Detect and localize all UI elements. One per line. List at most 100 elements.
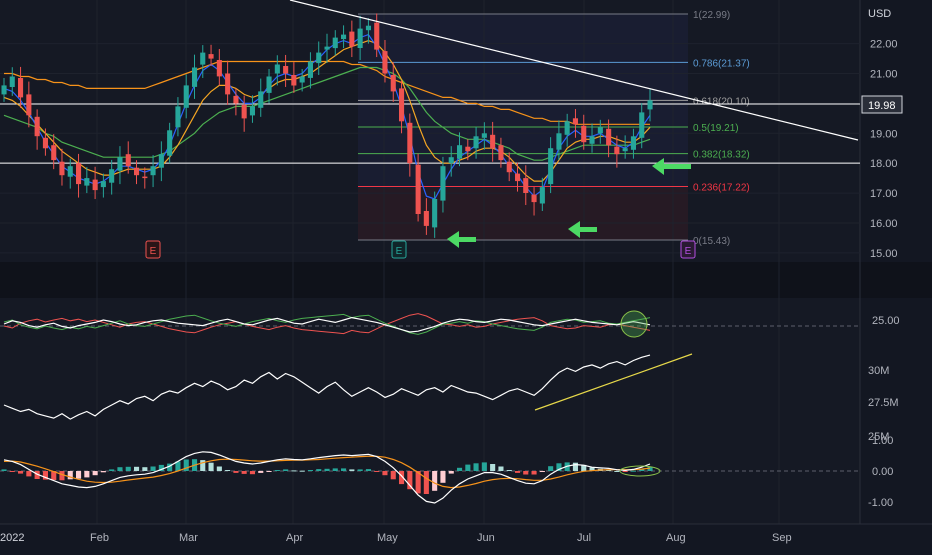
macd-histogram-bar[interactable] — [316, 469, 322, 471]
macd-histogram-bar[interactable] — [523, 471, 529, 475]
candle-body[interactable] — [407, 122, 413, 164]
candle-body[interactable] — [158, 154, 164, 168]
candle-body[interactable] — [316, 52, 322, 64]
candle-body[interactable] — [266, 76, 272, 93]
candle-body[interactable] — [564, 121, 570, 135]
candle-body[interactable] — [515, 173, 521, 182]
macd-histogram-bar[interactable] — [407, 471, 413, 490]
macd-histogram-bar[interactable] — [26, 471, 32, 477]
candle-body[interactable] — [92, 179, 98, 191]
earnings-marker[interactable]: E — [391, 240, 407, 259]
macd-histogram-bar[interactable] — [249, 471, 255, 475]
candle-body[interactable] — [1, 85, 7, 95]
candle-body[interactable] — [233, 95, 239, 104]
candle-body[interactable] — [109, 169, 115, 183]
candle-body[interactable] — [84, 178, 90, 186]
rsi-highlight-circle[interactable] — [620, 310, 648, 338]
macd-histogram-bar[interactable] — [432, 471, 438, 491]
chart-canvas[interactable]: 1(22.99)0.786(21.37)0.618(20.10)0.5(19.2… — [0, 0, 932, 550]
candle-body[interactable] — [183, 85, 189, 108]
macd-histogram-bar[interactable] — [622, 471, 628, 472]
macd-histogram-bar[interactable] — [614, 471, 620, 472]
candle-body[interactable] — [208, 54, 214, 59]
macd-histogram-bar[interactable] — [9, 471, 15, 472]
candle-body[interactable] — [9, 76, 15, 88]
candle-body[interactable] — [639, 112, 645, 138]
candle-body[interactable] — [597, 127, 603, 134]
macd-histogram-bar[interactable] — [341, 468, 347, 471]
candle-body[interactable] — [18, 78, 24, 98]
candle-body[interactable] — [258, 91, 264, 108]
macd-histogram-bar[interactable] — [448, 471, 454, 474]
candle-body[interactable] — [548, 148, 554, 185]
candle-body[interactable] — [76, 163, 82, 185]
candle-body[interactable] — [291, 75, 297, 86]
candle-body[interactable] — [332, 37, 338, 49]
macd-histogram-bar[interactable] — [440, 471, 446, 483]
trading-chart[interactable]: 1(22.99) 0.786(21.37) 0.618(20.10) 0.5(19.2… — [0, 0, 932, 550]
candle-body[interactable] — [283, 66, 289, 74]
candle-body[interactable] — [26, 94, 32, 116]
candle-body[interactable] — [117, 157, 123, 171]
candle-body[interactable] — [539, 187, 545, 204]
macd-histogram-bar[interactable] — [92, 471, 98, 476]
candle-body[interactable] — [382, 51, 388, 74]
macd-histogram-bar[interactable] — [100, 471, 106, 473]
macd-histogram-bar[interactable] — [258, 471, 264, 473]
candle-body[interactable] — [299, 76, 305, 83]
candle-body[interactable] — [67, 166, 73, 177]
macd-histogram-bar[interactable] — [274, 470, 280, 471]
candle-body[interactable] — [523, 178, 529, 193]
candle-body[interactable] — [241, 104, 247, 119]
candle-body[interactable] — [142, 176, 148, 179]
candle-body[interactable] — [490, 134, 496, 149]
earnings-marker[interactable]: E — [680, 240, 696, 259]
candle-body[interactable] — [457, 145, 463, 159]
macd-histogram-bar[interactable] — [539, 471, 545, 472]
candle-body[interactable] — [341, 34, 347, 40]
candle-body[interactable] — [249, 106, 255, 116]
candle-body[interactable] — [216, 60, 222, 77]
macd-histogram-bar[interactable] — [134, 466, 140, 471]
candle-body[interactable] — [42, 137, 48, 149]
macd-histogram-bar[interactable] — [18, 471, 24, 474]
macd-histogram-bar[interactable] — [457, 467, 463, 471]
macd-histogram-bar[interactable] — [498, 466, 504, 472]
macd-histogram-bar[interactable] — [515, 471, 521, 473]
candle-body[interactable] — [100, 181, 106, 188]
macd-histogram-bar[interactable] — [365, 469, 371, 471]
candle-body[interactable] — [415, 164, 421, 214]
candle-body[interactable] — [34, 116, 40, 137]
candle-body[interactable] — [589, 136, 595, 144]
candle-body[interactable] — [59, 161, 65, 176]
macd-histogram-bar[interactable] — [382, 471, 388, 476]
macd-histogram-bar[interactable] — [266, 471, 272, 472]
candle-body[interactable] — [440, 166, 446, 201]
macd-histogram-bar[interactable] — [233, 471, 239, 473]
candle-body[interactable] — [192, 67, 198, 87]
macd-histogram-bar[interactable] — [76, 471, 82, 479]
candle-body[interactable] — [581, 125, 587, 143]
macd-histogram-bar[interactable] — [332, 468, 338, 471]
macd-histogram-bar[interactable] — [630, 470, 636, 472]
macd-histogram-bar[interactable] — [283, 469, 289, 471]
macd-histogram-bar[interactable] — [324, 468, 330, 471]
pane-separator[interactable] — [0, 262, 932, 298]
candle-body[interactable] — [390, 75, 396, 92]
macd-histogram-bar[interactable] — [481, 462, 487, 471]
candle-body[interactable] — [274, 64, 280, 74]
macd-histogram-bar[interactable] — [423, 471, 429, 494]
macd-histogram-bar[interactable] — [142, 467, 148, 471]
candle-body[interactable] — [622, 148, 628, 152]
candle-body[interactable] — [423, 211, 429, 226]
candle-body[interactable] — [51, 145, 57, 161]
candle-body[interactable] — [399, 88, 405, 122]
candle-body[interactable] — [125, 154, 131, 167]
macd-histogram-bar[interactable] — [374, 471, 380, 472]
macd-histogram-bar[interactable] — [84, 471, 90, 478]
candle-body[interactable] — [448, 157, 454, 164]
candle-body[interactable] — [531, 194, 537, 203]
candle-body[interactable] — [357, 28, 363, 48]
macd-histogram-bar[interactable] — [117, 467, 123, 471]
current-price-tag[interactable]: 19.98 — [861, 95, 903, 114]
